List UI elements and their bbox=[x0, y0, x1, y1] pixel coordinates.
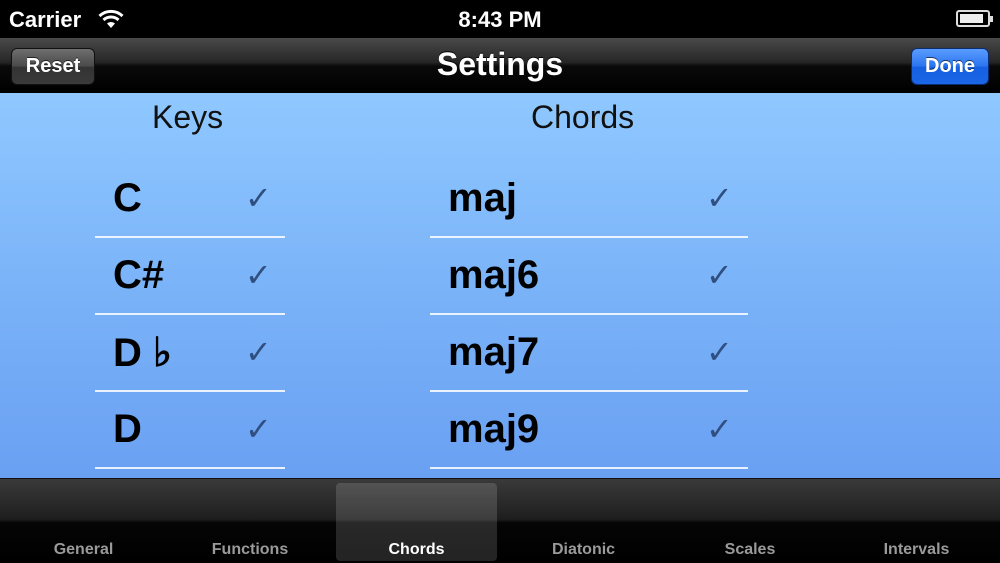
chord-row[interactable]: maj7 ✓ bbox=[430, 315, 748, 392]
key-label: D bbox=[113, 407, 142, 451]
chord-label: maj6 bbox=[448, 253, 540, 297]
tab-label: Intervals bbox=[883, 541, 950, 558]
checkmark-icon: ✓ bbox=[245, 411, 272, 447]
key-label: C bbox=[113, 176, 142, 220]
checkmark-icon: ✓ bbox=[706, 334, 733, 370]
checkmark-icon: ✓ bbox=[706, 257, 733, 293]
key-row[interactable]: D ♭ ✓ bbox=[95, 315, 285, 392]
checkmark-icon: ✓ bbox=[245, 257, 272, 293]
page-title: Settings bbox=[436, 46, 564, 82]
chord-label: maj9 bbox=[448, 407, 540, 451]
tab-label: Chords bbox=[388, 541, 445, 558]
settings-content[interactable]: Keys Chords C ✓ C# ✓ D ♭ ✓ D ✓ maj ✓ maj… bbox=[0, 93, 1000, 478]
key-row[interactable]: D ✓ bbox=[95, 392, 285, 469]
tab-scales[interactable]: Scales bbox=[667, 479, 833, 563]
chord-row[interactable]: maj6 ✓ bbox=[430, 238, 748, 315]
checkmark-icon: ✓ bbox=[245, 334, 272, 370]
tab-general[interactable]: General bbox=[0, 479, 167, 563]
done-button[interactable]: Done bbox=[911, 48, 989, 85]
tab-label: Functions bbox=[211, 541, 289, 558]
chord-row[interactable]: maj9 ✓ bbox=[430, 392, 748, 469]
tab-chords[interactable]: Chords bbox=[333, 479, 500, 563]
checkmark-icon: ✓ bbox=[706, 411, 733, 447]
keys-header: Keys bbox=[152, 99, 224, 135]
tab-diatonic[interactable]: Diatonic bbox=[500, 479, 667, 563]
key-row[interactable]: C# ✓ bbox=[95, 238, 285, 315]
battery-icon bbox=[956, 10, 993, 27]
tab-functions[interactable]: Functions bbox=[167, 479, 333, 563]
key-label: C# bbox=[113, 253, 165, 297]
battery-level bbox=[960, 14, 983, 23]
navigation-bar: Reset Settings Done bbox=[0, 38, 1000, 93]
checkmark-icon: ✓ bbox=[245, 180, 272, 216]
key-row[interactable]: C ✓ bbox=[95, 161, 285, 238]
checkmark-icon: ✓ bbox=[706, 180, 733, 216]
tab-label: Scales bbox=[724, 541, 776, 558]
chord-row[interactable]: maj ✓ bbox=[430, 161, 748, 238]
tab-label: Diatonic bbox=[551, 541, 616, 558]
chord-label: maj7 bbox=[448, 330, 540, 374]
chords-header: Chords bbox=[531, 99, 635, 135]
key-label: D ♭ bbox=[113, 331, 172, 375]
keys-list: C ✓ C# ✓ D ♭ ✓ D ✓ bbox=[95, 161, 285, 469]
tab-label: General bbox=[53, 541, 114, 558]
chord-label: maj bbox=[448, 176, 517, 220]
clock: 8:43 PM bbox=[458, 7, 542, 32]
chords-list: maj ✓ maj6 ✓ maj7 ✓ maj9 ✓ bbox=[430, 161, 748, 469]
status-bar: Carrier 8:43 PM bbox=[0, 0, 1000, 38]
tab-bar: General Functions Chords Diatonic Scales… bbox=[0, 478, 1000, 563]
tab-intervals[interactable]: Intervals bbox=[833, 479, 1000, 563]
